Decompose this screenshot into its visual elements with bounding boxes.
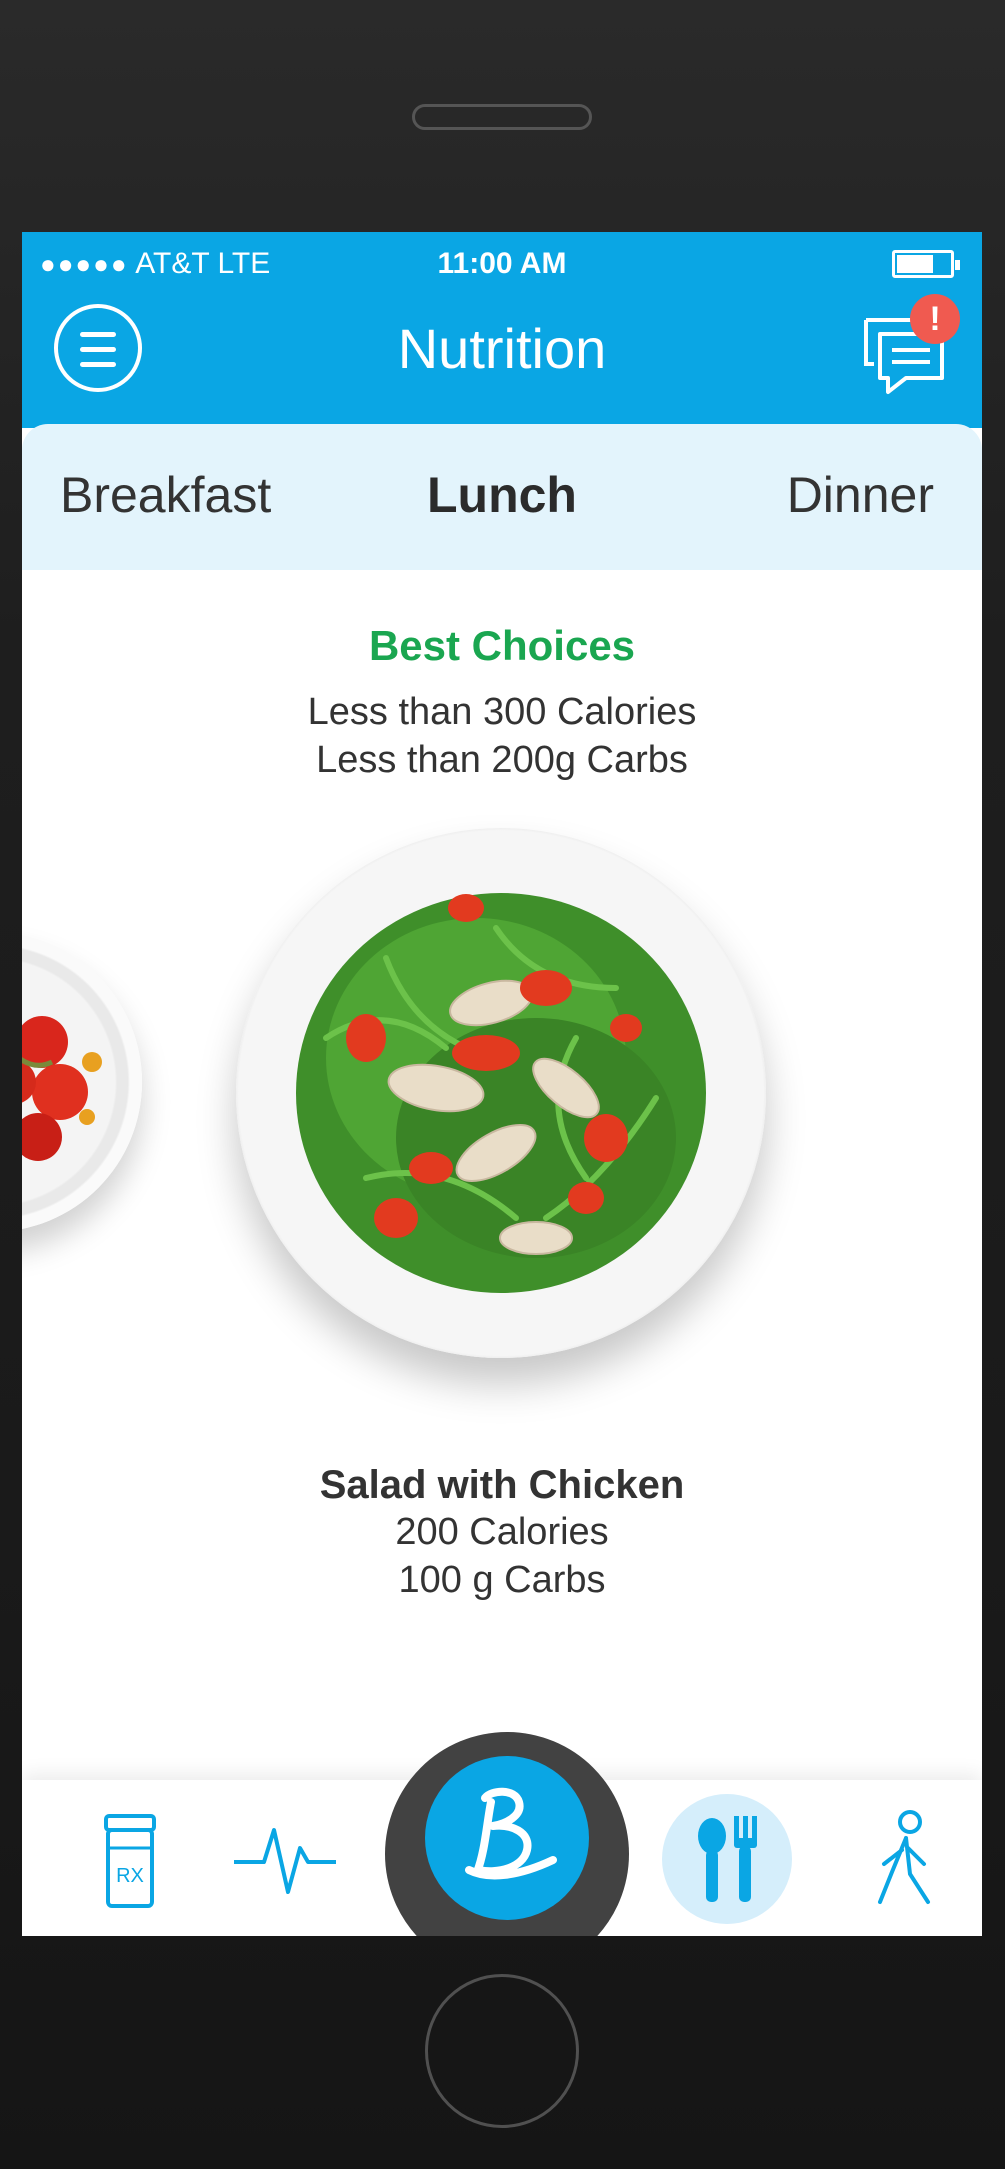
status-time: 11:00 AM bbox=[437, 247, 567, 280]
previous-dish-plate[interactable] bbox=[22, 932, 142, 1232]
phone-home-button[interactable] bbox=[425, 1974, 579, 2128]
home-b-logo-icon bbox=[465, 1787, 557, 1880]
home-button[interactable] bbox=[385, 1732, 629, 1936]
phone-speaker bbox=[412, 104, 592, 130]
carb-criteria: Less than 200g Carbs bbox=[316, 739, 688, 781]
app-screen: ●●●●● AT&T LTE 11:00 AM Nutrition ! Brea… bbox=[22, 232, 982, 1936]
battery-level bbox=[897, 255, 933, 273]
walking-person-icon bbox=[878, 1810, 930, 1904]
fork-spoon-icon bbox=[698, 1816, 757, 1902]
app-header: ●●●●● AT&T LTE 11:00 AM Nutrition ! bbox=[22, 232, 982, 428]
page-title: Nutrition bbox=[397, 317, 607, 380]
best-choices-heading: Best Choices bbox=[368, 622, 636, 669]
dish-name: Salad with Chicken bbox=[319, 1463, 685, 1507]
nav-nutrition[interactable] bbox=[662, 1794, 792, 1924]
alert-badge: ! bbox=[910, 294, 960, 344]
rx-label: RX bbox=[116, 1865, 144, 1887]
tab-dinner[interactable]: Dinner bbox=[787, 464, 934, 526]
rx-bottle-icon: RX bbox=[104, 1814, 156, 1908]
calorie-criteria: Less than 300 Calories bbox=[307, 691, 697, 733]
meal-tabs: Breakfast Lunch Dinner bbox=[22, 424, 982, 570]
nav-prescriptions[interactable]: RX bbox=[76, 1804, 186, 1914]
tomato-dish-image bbox=[22, 1016, 102, 1161]
heartbeat-icon bbox=[234, 1828, 336, 1894]
dish-calories: 200 Calories bbox=[395, 1511, 609, 1553]
nav-vitals[interactable] bbox=[230, 1804, 340, 1914]
dish-carbs: 100 g Carbs bbox=[398, 1559, 606, 1601]
battery-icon bbox=[892, 250, 960, 278]
nav-activity[interactable] bbox=[852, 1804, 962, 1914]
salad-image bbox=[296, 893, 706, 1293]
